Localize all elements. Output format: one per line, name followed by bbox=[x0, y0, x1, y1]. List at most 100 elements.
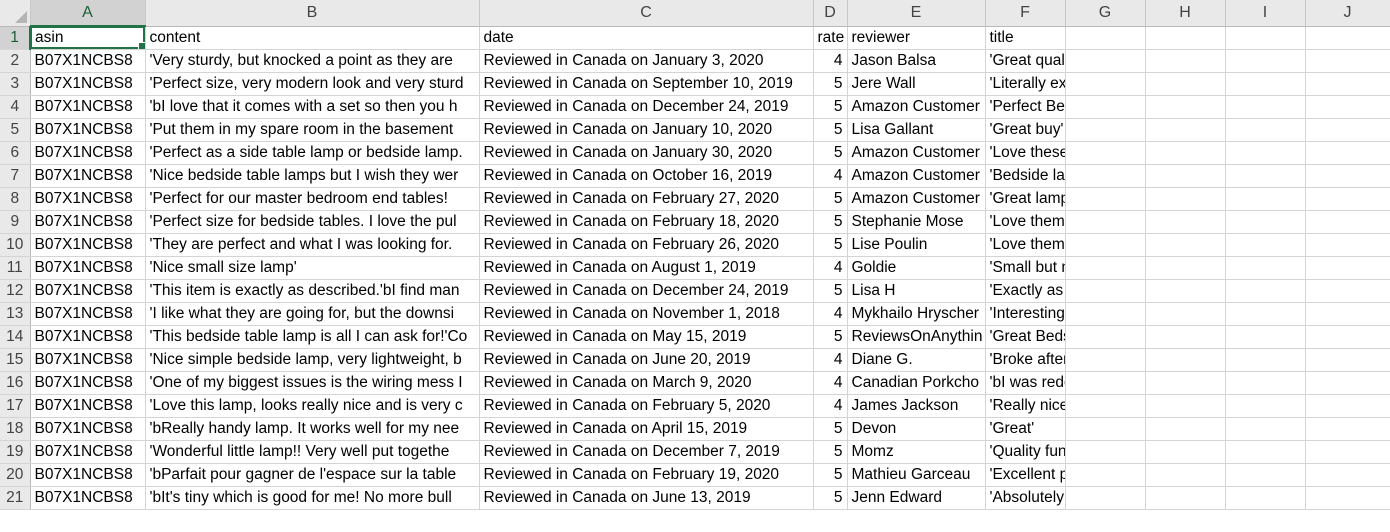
row-header[interactable]: 15 bbox=[0, 348, 31, 372]
cell-g[interactable] bbox=[1065, 187, 1146, 211]
cell-c[interactable]: Reviewed in Canada on May 15, 2019 bbox=[479, 325, 814, 349]
cell-i[interactable] bbox=[1225, 486, 1306, 510]
cell-f[interactable]: 'Interesting, but could have bought some… bbox=[985, 302, 1066, 326]
cell-i[interactable] bbox=[1225, 233, 1306, 257]
cell-j[interactable] bbox=[1305, 325, 1390, 349]
cell-g[interactable] bbox=[1065, 95, 1146, 119]
cell-e[interactable]: Lise Poulin bbox=[847, 233, 986, 257]
cell-b[interactable]: 'This bedside table lamp is all I can as… bbox=[145, 325, 480, 349]
cell-c[interactable]: Reviewed in Canada on February 19, 2020 bbox=[479, 463, 814, 487]
row-header[interactable]: 18 bbox=[0, 417, 31, 441]
cell-h[interactable] bbox=[1145, 118, 1226, 142]
cell-d[interactable]: 5 bbox=[813, 72, 848, 96]
cell-b[interactable]: 'bParfait pour gagner de l'espace sur la… bbox=[145, 463, 480, 487]
cell-f[interactable]: 'Love them' bbox=[985, 210, 1066, 234]
cell-j[interactable] bbox=[1305, 463, 1390, 487]
cell-h[interactable] bbox=[1145, 279, 1226, 303]
cell-b[interactable]: 'Nice bedside table lamps but I wish the… bbox=[145, 164, 480, 188]
row-header[interactable]: 5 bbox=[0, 118, 31, 142]
cell-h[interactable] bbox=[1145, 95, 1226, 119]
cell-g[interactable] bbox=[1065, 49, 1146, 73]
cell-j[interactable] bbox=[1305, 348, 1390, 372]
cell-i[interactable] bbox=[1225, 279, 1306, 303]
cell-i[interactable] bbox=[1225, 141, 1306, 165]
cell-e[interactable]: Devon bbox=[847, 417, 986, 441]
cell-j[interactable] bbox=[1305, 164, 1390, 188]
cell-c[interactable]: Reviewed in Canada on November 1, 2018 bbox=[479, 302, 814, 326]
cell-b[interactable]: 'Nice simple bedside lamp, very lightwei… bbox=[145, 348, 480, 372]
cell-f[interactable]: 'Love them' bbox=[985, 233, 1066, 257]
cell-g[interactable] bbox=[1065, 279, 1146, 303]
cell-g[interactable] bbox=[1065, 371, 1146, 395]
cell-f[interactable]: 'Really nice lamp' bbox=[985, 394, 1066, 418]
cell-g[interactable] bbox=[1065, 486, 1146, 510]
row-header[interactable]: 8 bbox=[0, 187, 31, 211]
cell-h[interactable] bbox=[1145, 394, 1226, 418]
cell-c1[interactable]: date bbox=[479, 26, 814, 50]
cell-c[interactable]: Reviewed in Canada on February 5, 2020 bbox=[479, 394, 814, 418]
cell-c[interactable]: Reviewed in Canada on January 30, 2020 bbox=[479, 141, 814, 165]
cell-e[interactable]: James Jackson bbox=[847, 394, 986, 418]
cell-f[interactable]: 'Broke after one tip over' bbox=[985, 348, 1066, 372]
cell-j[interactable] bbox=[1305, 371, 1390, 395]
cell-e[interactable]: Lisa H bbox=[847, 279, 986, 303]
cell-d[interactable]: 5 bbox=[813, 233, 848, 257]
cell-d[interactable]: 5 bbox=[813, 486, 848, 510]
cell-e[interactable]: Lisa Gallant bbox=[847, 118, 986, 142]
row-header[interactable]: 11 bbox=[0, 256, 31, 280]
cell-g[interactable] bbox=[1065, 210, 1146, 234]
cell-g[interactable] bbox=[1065, 233, 1146, 257]
cell-b[interactable]: 'bReally handy lamp. It works well for m… bbox=[145, 417, 480, 441]
cell-d[interactable]: 5 bbox=[813, 417, 848, 441]
column-header-c[interactable]: C bbox=[479, 0, 814, 27]
cell-j[interactable] bbox=[1305, 210, 1390, 234]
cell-d[interactable]: 5 bbox=[813, 463, 848, 487]
cell-j[interactable] bbox=[1305, 187, 1390, 211]
cell-a[interactable]: B07X1NCBS8 bbox=[30, 486, 146, 510]
cell-e[interactable]: ReviewsOnAnythin bbox=[847, 325, 986, 349]
row-header[interactable]: 12 bbox=[0, 279, 31, 303]
cell-j[interactable] bbox=[1305, 394, 1390, 418]
cell-a[interactable]: B07X1NCBS8 bbox=[30, 210, 146, 234]
cell-h[interactable] bbox=[1145, 164, 1226, 188]
cell-j[interactable] bbox=[1305, 233, 1390, 257]
cell-h[interactable] bbox=[1145, 440, 1226, 464]
cell-h[interactable] bbox=[1145, 302, 1226, 326]
cell-b[interactable]: 'Wonderful little lamp!! Very well put t… bbox=[145, 440, 480, 464]
cell-h[interactable] bbox=[1145, 72, 1226, 96]
row-header[interactable]: 17 bbox=[0, 394, 31, 418]
cell-d[interactable]: 5 bbox=[813, 187, 848, 211]
row-header[interactable]: 13 bbox=[0, 302, 31, 326]
cell-h[interactable] bbox=[1145, 348, 1226, 372]
cell-f[interactable]: 'Exactly as described, and perfect for m… bbox=[985, 279, 1066, 303]
column-header-d[interactable]: D bbox=[813, 0, 848, 27]
row-header[interactable]: 14 bbox=[0, 325, 31, 349]
row-header[interactable]: 9 bbox=[0, 210, 31, 234]
cell-h[interactable] bbox=[1145, 141, 1226, 165]
cell-h[interactable] bbox=[1145, 49, 1226, 73]
cell-h[interactable] bbox=[1145, 463, 1226, 487]
cell-a[interactable]: B07X1NCBS8 bbox=[30, 302, 146, 326]
cell-b[interactable]: 'Perfect size for bedside tables. I love… bbox=[145, 210, 480, 234]
cell-e[interactable]: Momz bbox=[847, 440, 986, 464]
cell-e[interactable]: Diane G. bbox=[847, 348, 986, 372]
cell-a[interactable]: B07X1NCBS8 bbox=[30, 325, 146, 349]
row-header[interactable]: 19 bbox=[0, 440, 31, 464]
cell-h[interactable] bbox=[1145, 187, 1226, 211]
cell-h[interactable] bbox=[1145, 233, 1226, 257]
cell-f[interactable]: 'Great Bedside Table Lamp!' bbox=[985, 325, 1066, 349]
cell-a[interactable]: B07X1NCBS8 bbox=[30, 187, 146, 211]
cell-i[interactable] bbox=[1225, 49, 1306, 73]
column-header-g[interactable]: G bbox=[1065, 0, 1146, 27]
cell-c[interactable]: Reviewed in Canada on February 27, 2020 bbox=[479, 187, 814, 211]
cell-g[interactable] bbox=[1065, 256, 1146, 280]
row-header[interactable]: 2 bbox=[0, 49, 31, 73]
cell-d[interactable]: 5 bbox=[813, 279, 848, 303]
cell-h1[interactable] bbox=[1145, 26, 1226, 50]
cell-b[interactable]: 'I like what they are going for, but the… bbox=[145, 302, 480, 326]
cell-i[interactable] bbox=[1225, 463, 1306, 487]
cell-a[interactable]: B07X1NCBS8 bbox=[30, 463, 146, 487]
cell-j[interactable] bbox=[1305, 486, 1390, 510]
cell-a[interactable]: B07X1NCBS8 bbox=[30, 440, 146, 464]
cell-h[interactable] bbox=[1145, 256, 1226, 280]
